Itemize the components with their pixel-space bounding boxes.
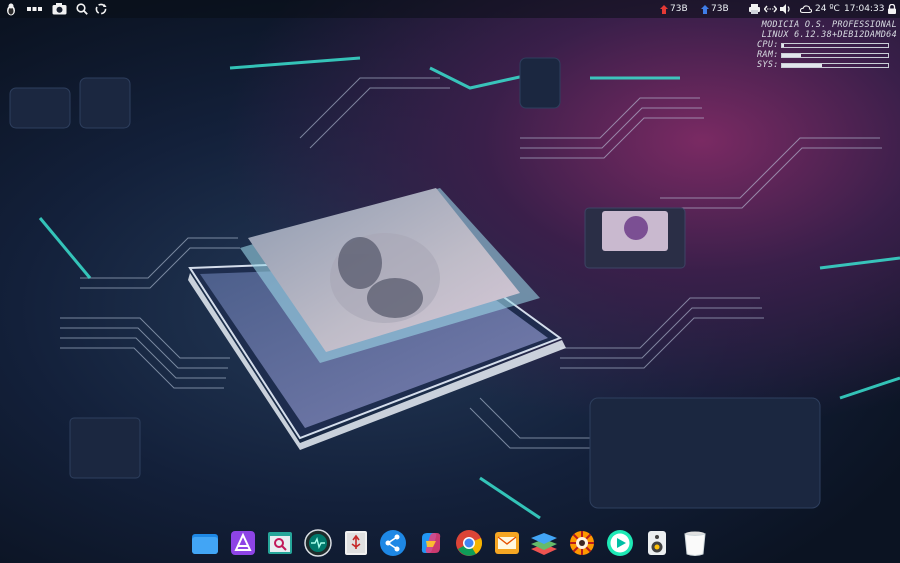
apps-dots-icon[interactable] <box>27 2 43 16</box>
weather-widget[interactable]: 24 ºC <box>800 2 840 16</box>
conky-os-name: MODICIA O.S. PROFESSIONAL <box>761 20 897 30</box>
conky-sys-row: SYS: <box>757 60 897 70</box>
mail-icon[interactable] <box>492 528 522 558</box>
usb-creator-icon[interactable] <box>341 528 371 558</box>
xnview-icon[interactable] <box>567 528 597 558</box>
network-icon[interactable] <box>764 2 778 16</box>
media-player-icon[interactable] <box>605 528 635 558</box>
conky-cpu-fill <box>782 43 785 47</box>
recycle-icon[interactable] <box>95 2 109 16</box>
update-red-icon <box>660 4 668 14</box>
updates-blue-indicator[interactable]: 73B <box>701 2 729 16</box>
layers-icon[interactable] <box>529 528 559 558</box>
trash-icon[interactable] <box>680 528 710 558</box>
chrome-icon[interactable] <box>454 528 484 558</box>
search-icon[interactable] <box>76 2 90 16</box>
weather-icon <box>800 5 812 13</box>
share-icon[interactable] <box>378 528 408 558</box>
updates-red-indicator[interactable]: 73B <box>660 2 688 16</box>
conky-ram-fill <box>782 53 802 57</box>
volume-icon[interactable] <box>780 2 792 16</box>
clock-time: 17:04:33 <box>844 4 885 14</box>
app-store-icon[interactable] <box>228 528 258 558</box>
system-monitor-icon[interactable] <box>303 528 333 558</box>
copilot-icon[interactable] <box>416 528 446 558</box>
conky-system-monitor: MODICIA O.S. PROFESSIONAL LINUX 6.12.38+… <box>757 20 897 70</box>
dock <box>186 523 714 563</box>
speaker-icon[interactable] <box>642 528 672 558</box>
clock[interactable]: 17:04:33 <box>844 2 884 16</box>
conky-cpu-label: CPU: <box>757 40 779 50</box>
conky-ram-label: RAM: <box>757 50 779 60</box>
conky-sys-label: SYS: <box>757 60 779 70</box>
conky-cpu-bar <box>781 42 889 48</box>
wallpaper <box>9 56 900 520</box>
conky-ram-bar <box>781 52 889 58</box>
top-panel: 73B 73B 24 ºC 17:04:33 <box>0 0 900 18</box>
printer-icon[interactable] <box>749 2 761 16</box>
lock-icon[interactable] <box>888 2 898 16</box>
update-blue-icon <box>701 4 709 14</box>
files-icon[interactable] <box>190 528 220 558</box>
conky-sys-fill <box>782 63 823 67</box>
tux-menu-icon[interactable] <box>6 2 18 16</box>
conky-sys-bar <box>781 62 889 68</box>
conky-ram-row: RAM: <box>757 50 897 60</box>
updates-blue-count: 73B <box>711 4 729 14</box>
conky-cpu-row: CPU: <box>757 40 897 50</box>
weather-temperature: 24 ºC <box>815 4 840 14</box>
conky-kernel: LINUX 6.12.38+DEB12DAMD64 <box>761 30 897 40</box>
updates-red-count: 73B <box>670 4 688 14</box>
document-viewer-icon[interactable] <box>265 528 295 558</box>
screenshot-icon[interactable] <box>52 2 68 16</box>
